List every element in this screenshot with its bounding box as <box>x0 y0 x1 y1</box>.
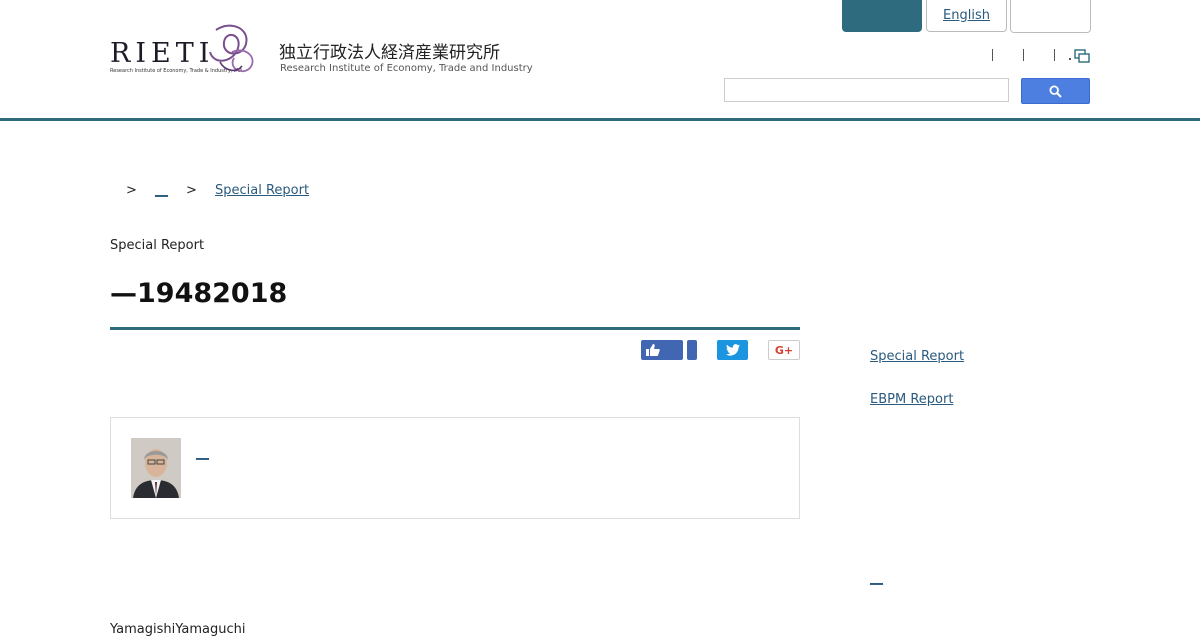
breadcrumb-special-report[interactable]: Special Report <box>215 183 309 198</box>
util-separator <box>1054 49 1055 61</box>
facebook-like-button[interactable] <box>641 340 683 360</box>
breadcrumb-item[interactable]: __ <box>155 183 168 198</box>
org-name-japanese: 独立行政法人経済産業研究所 <box>279 43 500 63</box>
author-portrait <box>131 438 181 498</box>
google-plus-share-button[interactable]: G+ <box>768 340 800 360</box>
top-tab-japanese[interactable] <box>842 0 922 32</box>
logo-text: RIETI <box>110 38 215 69</box>
site-header: RIETI Research Institute of Economy, Tra… <box>0 0 1200 121</box>
twitter-bird-icon <box>725 344 740 356</box>
sidebar-link[interactable]: __ <box>870 571 883 586</box>
thumbs-up-icon <box>646 344 660 356</box>
author-box: __ <box>110 417 800 519</box>
page-title: —19482018 <box>110 278 288 309</box>
org-name-english: Research Institute of Economy, Trade and… <box>280 63 533 74</box>
breadcrumb-separator: > <box>126 183 137 198</box>
sidebar-link-special-report[interactable]: Special Report <box>870 349 964 364</box>
top-tab-english[interactable]: English <box>926 0 1007 32</box>
site-search-input[interactable] <box>724 78 1009 102</box>
util-separator <box>1023 49 1024 61</box>
facebook-share-count[interactable] <box>687 340 697 360</box>
logo-mark-icon <box>209 24 254 73</box>
author-photo <box>131 438 181 498</box>
top-tab-other[interactable] <box>1010 0 1091 33</box>
title-divider <box>110 327 800 330</box>
search-button[interactable] <box>1021 78 1090 104</box>
section-label: Special Report <box>110 238 205 253</box>
sidebar-link-ebpm-report[interactable]: EBPM Report <box>870 392 953 407</box>
author-name-link[interactable]: __ <box>196 446 209 461</box>
rieti-logo[interactable]: RIETI Research Institute of Economy, Tra… <box>110 22 260 78</box>
twitter-share-button[interactable] <box>717 340 748 360</box>
util-separator <box>992 49 993 61</box>
multi-window-icon[interactable] <box>1074 49 1090 63</box>
util-dot <box>1069 58 1071 60</box>
breadcrumb-separator: > <box>186 183 197 198</box>
search-icon <box>1049 84 1062 98</box>
